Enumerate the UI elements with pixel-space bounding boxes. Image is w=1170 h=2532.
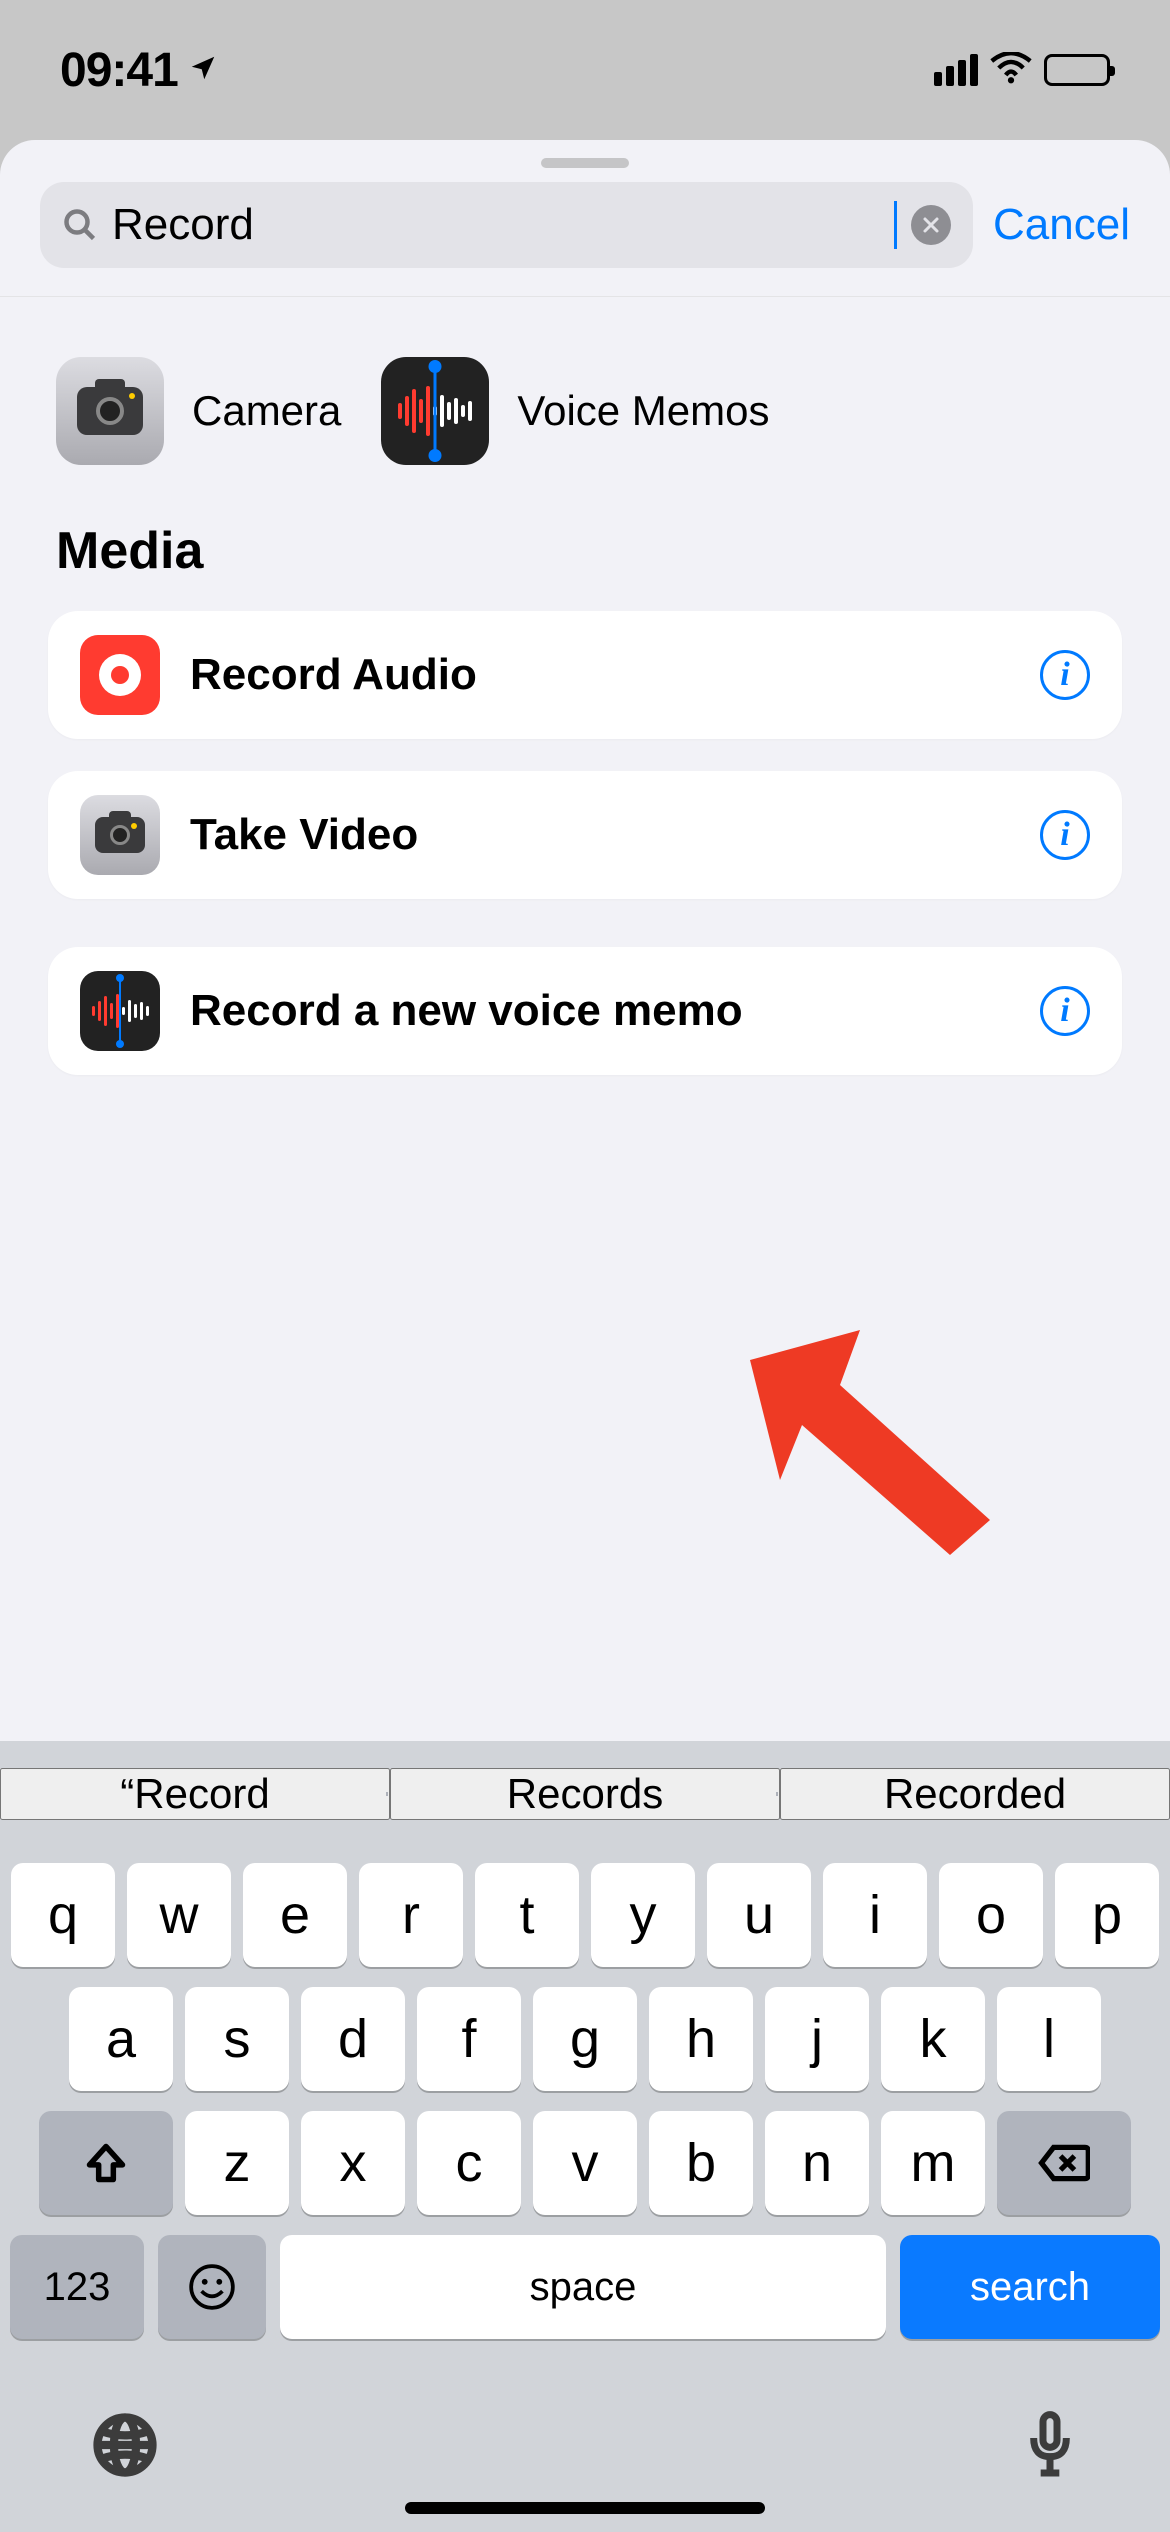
search-sheet: Record Cancel Camera Voice Memos <box>0 140 1170 2532</box>
key-row-2: a s d f g h j k l <box>10 1987 1160 2091</box>
key-z[interactable]: z <box>185 2111 289 2215</box>
prediction-3[interactable]: Recorded <box>780 1768 1170 1820</box>
backspace-icon <box>1038 2143 1090 2183</box>
key-r[interactable]: r <box>359 1863 463 1967</box>
action-take-video[interactable]: Take Video i <box>48 771 1122 899</box>
search-icon <box>62 207 98 243</box>
key-j[interactable]: j <box>765 1987 869 2091</box>
info-button[interactable]: i <box>1040 986 1090 1036</box>
key-k[interactable]: k <box>881 1987 985 2091</box>
top-result-camera[interactable]: Camera <box>56 357 341 465</box>
voice-memos-app-icon <box>381 357 489 465</box>
key-dictation[interactable] <box>1022 2409 1078 2484</box>
key-row-4: 123 space search <box>10 2235 1160 2339</box>
key-q[interactable]: q <box>11 1863 115 1967</box>
info-button[interactable]: i <box>1040 650 1090 700</box>
action-label: Take Video <box>190 810 1010 860</box>
action-label: Record a new voice memo <box>190 986 1010 1036</box>
section-header-media: Media <box>0 521 1170 611</box>
shift-icon <box>84 2141 128 2185</box>
key-x[interactable]: x <box>301 2111 405 2215</box>
key-p[interactable]: p <box>1055 1863 1159 1967</box>
sheet-grabber[interactable] <box>541 158 629 168</box>
top-result-label: Camera <box>192 387 341 435</box>
home-indicator[interactable] <box>405 2502 765 2514</box>
key-row-1: q w e r t y u i o p <box>10 1863 1160 1967</box>
search-row: Record Cancel <box>0 182 1170 297</box>
actions-secondary: Record a new voice memo i <box>0 947 1170 1075</box>
key-w[interactable]: w <box>127 1863 231 1967</box>
key-globe[interactable] <box>92 2412 158 2481</box>
key-d[interactable]: d <box>301 1987 405 2091</box>
key-s[interactable]: s <box>185 1987 289 2091</box>
action-record-voice-memo[interactable]: Record a new voice memo i <box>48 947 1122 1075</box>
key-shift[interactable] <box>39 2111 173 2215</box>
keyboard: Record Records Recorded q w e r t y u i … <box>0 1741 1170 2532</box>
key-c[interactable]: c <box>417 2111 521 2215</box>
key-y[interactable]: y <box>591 1863 695 1967</box>
record-audio-icon <box>80 635 160 715</box>
keyboard-predictions: Record Records Recorded <box>0 1741 1170 1847</box>
actions-primary: Record Audio i Take Video i <box>0 611 1170 899</box>
key-m[interactable]: m <box>881 2111 985 2215</box>
emoji-icon <box>187 2262 237 2312</box>
action-label: Record Audio <box>190 650 1010 700</box>
globe-icon <box>92 2412 158 2478</box>
search-field[interactable]: Record <box>40 182 973 268</box>
text-caret <box>894 201 897 249</box>
prediction-1[interactable]: Record <box>0 1768 390 1820</box>
cellular-signal-icon <box>934 54 978 86</box>
key-o[interactable]: o <box>939 1863 1043 1967</box>
key-h[interactable]: h <box>649 1987 753 2091</box>
top-result-label: Voice Memos <box>517 387 769 435</box>
prediction-2[interactable]: Records <box>390 1768 780 1820</box>
camera-app-icon <box>56 357 164 465</box>
info-button[interactable]: i <box>1040 810 1090 860</box>
key-a[interactable]: a <box>69 1987 173 2091</box>
top-results: Camera Voice Memos <box>0 297 1170 521</box>
cancel-button[interactable]: Cancel <box>993 200 1130 250</box>
key-u[interactable]: u <box>707 1863 811 1967</box>
annotation-arrow-icon <box>740 1320 1020 1565</box>
key-backspace[interactable] <box>997 2111 1131 2215</box>
camera-icon <box>80 795 160 875</box>
key-l[interactable]: l <box>997 1987 1101 2091</box>
status-time: 09:41 <box>60 43 178 98</box>
key-f[interactable]: f <box>417 1987 521 2091</box>
key-space[interactable]: space <box>280 2235 886 2339</box>
search-input-value[interactable]: Record <box>112 200 892 250</box>
key-b[interactable]: b <box>649 2111 753 2215</box>
key-i[interactable]: i <box>823 1863 927 1967</box>
status-bar: 09:41 <box>0 0 1170 140</box>
clear-search-button[interactable] <box>911 205 951 245</box>
top-result-voice-memos[interactable]: Voice Memos <box>381 357 769 465</box>
key-g[interactable]: g <box>533 1987 637 2091</box>
microphone-icon <box>1022 2409 1078 2481</box>
x-icon <box>921 215 941 235</box>
key-search[interactable]: search <box>900 2235 1160 2339</box>
keyboard-bottom-row <box>0 2359 1170 2502</box>
key-123[interactable]: 123 <box>10 2235 144 2339</box>
voice-memos-icon <box>80 971 160 1051</box>
key-emoji[interactable] <box>158 2235 266 2339</box>
key-row-3: z x c v b n m <box>10 2111 1160 2215</box>
key-n[interactable]: n <box>765 2111 869 2215</box>
battery-icon <box>1044 54 1110 86</box>
wifi-icon <box>990 52 1032 89</box>
key-v[interactable]: v <box>533 2111 637 2215</box>
action-record-audio[interactable]: Record Audio i <box>48 611 1122 739</box>
location-arrow-icon <box>188 53 218 88</box>
key-t[interactable]: t <box>475 1863 579 1967</box>
key-e[interactable]: e <box>243 1863 347 1967</box>
